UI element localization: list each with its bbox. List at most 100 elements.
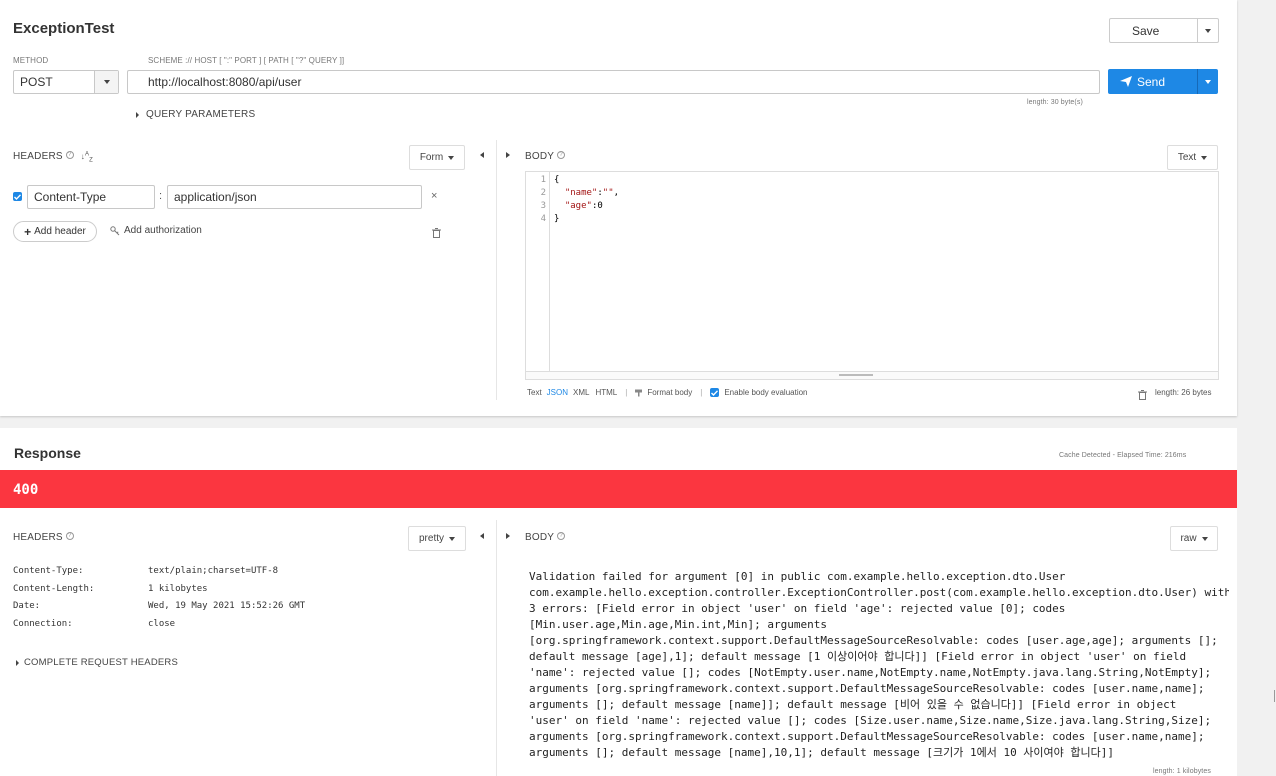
- request-headers-title: HEADERS? ↓AZ: [13, 151, 93, 164]
- code-line: "name":"",: [564, 188, 620, 198]
- body-mode-dropdown[interactable]: Text: [1167, 145, 1218, 170]
- send-button[interactable]: Send: [1108, 69, 1197, 94]
- line-number: 4: [540, 214, 546, 224]
- save-options-toggle[interactable]: [1197, 19, 1218, 42]
- method-dropdown-toggle[interactable]: [94, 71, 118, 93]
- remove-header-icon[interactable]: ×: [431, 190, 437, 202]
- response-body-line: arguments []; default message [name]]; d…: [529, 698, 1177, 711]
- header-separator: :: [159, 190, 163, 202]
- trash-icon[interactable]: [1138, 387, 1147, 405]
- method-select[interactable]: POST: [13, 70, 119, 94]
- response-header-name: Content-Length:: [13, 583, 95, 594]
- body-length: length: 26 bytes: [1155, 388, 1212, 397]
- response-headers-label: HEADERS: [13, 532, 63, 543]
- query-parameters-toggle[interactable]: QUERY PARAMETERS: [136, 109, 255, 120]
- response-panel: Response Cache Detected - Elapsed Time: …: [0, 428, 1237, 776]
- collapse-left-icon[interactable]: [480, 533, 484, 539]
- format-json[interactable]: JSON: [547, 388, 568, 397]
- add-header-button[interactable]: + Add header: [13, 221, 97, 242]
- save-button-group: Save: [1109, 18, 1219, 43]
- complete-request-headers-toggle[interactable]: COMPLETE REQUEST HEADERS: [16, 657, 178, 668]
- response-body-mode-dropdown[interactable]: raw: [1170, 526, 1218, 551]
- add-authorization-link[interactable]: Add authorization: [110, 225, 202, 236]
- line-number: 3: [540, 201, 546, 211]
- request-panel: ExceptionTest Save METHOD POST SCHEME :/…: [0, 0, 1237, 416]
- header-name-input[interactable]: Content-Type: [27, 185, 155, 209]
- scroll-marker: [1274, 690, 1275, 702]
- url-input[interactable]: http://localhost:8080/api/user: [127, 70, 1100, 94]
- response-body-line: Validation failed for argument [0] in pu…: [529, 570, 1066, 583]
- chevron-down-icon: [448, 155, 455, 160]
- send-button-group: Send: [1108, 69, 1218, 94]
- plus-icon: +: [24, 224, 32, 239]
- response-body-mode-value: raw: [1180, 533, 1197, 544]
- response-header-name: Date:: [13, 601, 41, 611]
- expand-right-icon[interactable]: [506, 533, 510, 539]
- enable-eval-label: Enable body evaluation: [724, 388, 808, 397]
- collapse-left-icon[interactable]: [480, 152, 484, 158]
- header-enabled-checkbox[interactable]: [13, 192, 22, 201]
- chevron-down-icon: [1205, 79, 1211, 84]
- request-headers-label: HEADERS: [13, 151, 63, 162]
- format-body-link[interactable]: Format body: [635, 388, 692, 397]
- response-body-line: arguments [org.springframework.context.s…: [529, 682, 1205, 695]
- expand-right-icon[interactable]: [506, 152, 510, 158]
- format-xml[interactable]: XML: [573, 388, 589, 397]
- response-header-value: Wed, 19 May 2021 15:52:26 GMT: [148, 601, 306, 611]
- code-line: {: [554, 175, 560, 185]
- key-icon: [110, 225, 120, 235]
- response-body-title: BODY?: [525, 532, 566, 543]
- response-body-label: BODY: [525, 532, 555, 543]
- response-body-line: com.example.hello.exception.controller.E…: [529, 586, 1229, 599]
- check-icon: [14, 193, 21, 200]
- caret-right-icon: [136, 111, 139, 118]
- response-body-line: default message [age],1]; default messag…: [529, 650, 1187, 663]
- help-icon[interactable]: ?: [557, 151, 566, 159]
- response-headers-list: Content-Type: text/plain;charset=UTF-8 Con…: [13, 566, 305, 636]
- response-header-value: 1 kilobytes: [148, 583, 208, 594]
- complete-request-headers-label: COMPLETE REQUEST HEADERS: [24, 657, 179, 668]
- headers-mode-dropdown[interactable]: Form: [409, 145, 465, 170]
- url-length-note: length: 30 byte(s): [1027, 99, 1083, 106]
- response-headers-title: HEADERS?: [13, 532, 74, 543]
- save-button[interactable]: Save: [1110, 24, 1197, 38]
- trash-icon[interactable]: [432, 225, 441, 243]
- body-code[interactable]: { "name":"", "age":0}: [554, 174, 619, 226]
- response-header-name: Connection:: [13, 618, 73, 629]
- format-text[interactable]: Text: [527, 388, 542, 397]
- send-options-toggle[interactable]: [1197, 69, 1218, 94]
- method-label: METHOD: [13, 56, 49, 65]
- format-html[interactable]: HTML: [595, 388, 617, 397]
- line-number: 2: [540, 188, 546, 198]
- enable-eval-checkbox[interactable]: [710, 388, 720, 397]
- response-body-line: 'name': rejected value []; codes [NotEmp…: [529, 666, 1212, 679]
- response-header-row: Content-Length: 1 kilobytes: [13, 584, 305, 602]
- footer-separator: |: [700, 388, 703, 397]
- response-header-name: Content-Type:: [13, 566, 84, 576]
- brush-icon: [635, 389, 643, 396]
- footer-separator: |: [625, 388, 628, 397]
- body-editor[interactable]: 1 2 3 4 { "name":"", "age":0}: [525, 171, 1219, 380]
- add-authorization-label: Add authorization: [124, 225, 202, 236]
- code-line: "age":0: [564, 201, 603, 211]
- paper-plane-icon: [1120, 76, 1132, 87]
- response-headers-mode-dropdown[interactable]: pretty: [408, 526, 466, 551]
- response-length: length: 1 kilobytes: [1153, 768, 1211, 775]
- chevron-down-icon: [1201, 155, 1208, 160]
- header-value-input[interactable]: application/json: [167, 185, 422, 209]
- response-header-value: close: [148, 618, 176, 629]
- response-header-value: text/plain;charset=UTF-8: [148, 566, 279, 576]
- response-body-line: arguments [org.springframework.context.s…: [529, 730, 1205, 743]
- request-body-title: BODY?: [525, 151, 566, 162]
- help-icon[interactable]: ?: [557, 532, 566, 540]
- sort-az-icon[interactable]: ↓AZ: [81, 151, 93, 163]
- request-body-label: BODY: [525, 151, 555, 162]
- response-title: Response: [14, 445, 81, 461]
- response-body-line: [org.springframework.context.support.Def…: [529, 634, 1218, 647]
- help-icon[interactable]: ?: [65, 151, 74, 159]
- help-icon[interactable]: ?: [65, 532, 74, 540]
- line-number: 1: [540, 175, 546, 185]
- check-icon: [711, 389, 719, 396]
- editor-resize-handle[interactable]: [526, 371, 1218, 379]
- request-title: ExceptionTest: [13, 20, 115, 37]
